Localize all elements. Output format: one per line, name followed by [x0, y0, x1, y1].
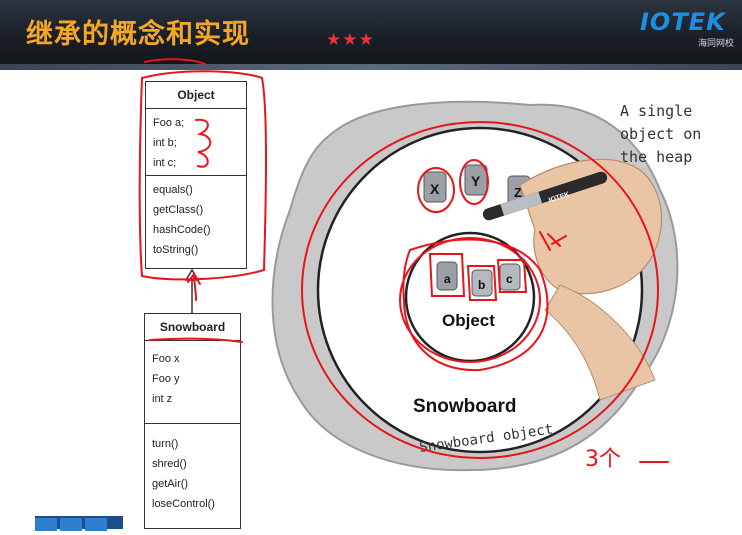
thumbnail [35, 518, 57, 531]
thumbnail [60, 518, 82, 531]
slide-thumbnail-strip [35, 516, 123, 531]
red-annotations: 3个 [138, 58, 669, 472]
svg-text:3个: 3个 [585, 447, 621, 472]
thumbnail [85, 518, 107, 531]
